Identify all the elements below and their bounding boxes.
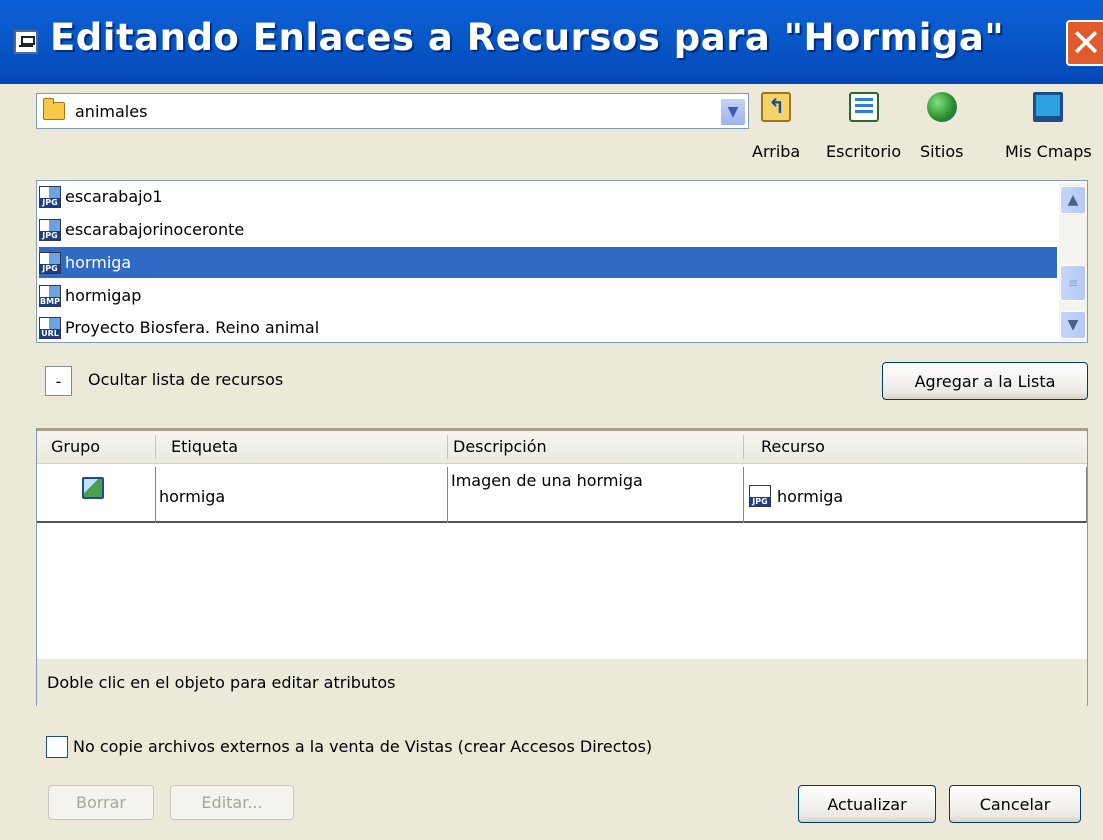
folder-icon bbox=[43, 98, 65, 120]
column-header-group[interactable]: Grupo bbox=[51, 437, 100, 456]
cell-resource: JPG hormiga bbox=[749, 485, 843, 507]
close-button[interactable]: ✕ bbox=[1066, 20, 1103, 66]
cmap-app-icon bbox=[14, 30, 38, 54]
desktop-button-label: Escritorio bbox=[826, 142, 902, 161]
jpg-file-icon: JPG bbox=[749, 485, 771, 507]
scroll-up-button[interactable]: ▲ bbox=[1060, 186, 1086, 214]
file-item[interactable]: JPG escarabajorinoceronte bbox=[39, 214, 1057, 245]
table-hint-bar: Doble clic en el objeto para editar atri… bbox=[37, 659, 1087, 707]
delete-button[interactable]: Borrar bbox=[48, 785, 154, 820]
chevron-down-icon[interactable]: ▼ bbox=[721, 99, 745, 125]
update-button[interactable]: Actualizar bbox=[798, 785, 936, 823]
folder-select-value: animales bbox=[75, 102, 148, 121]
url-file-icon: URL bbox=[39, 316, 61, 339]
table-hint-text: Doble clic en el objeto para editar atri… bbox=[47, 673, 396, 692]
collapse-icon: - bbox=[55, 371, 62, 391]
table-row[interactable]: hormiga Imagen de una hormiga JPG hormig… bbox=[37, 467, 1087, 523]
folder-select[interactable]: animales ▼ bbox=[36, 93, 749, 129]
my-cmaps-button-label: Mis Cmaps bbox=[1005, 142, 1092, 161]
file-item[interactable]: BMP hormigap bbox=[39, 280, 1057, 311]
my-cmaps-button[interactable]: Mis Cmaps bbox=[1005, 92, 1092, 161]
title-bar[interactable]: Editando Enlaces a Recursos para "Hormig… bbox=[0, 0, 1103, 84]
vertical-scrollbar[interactable]: ▲ ≡ ▼ bbox=[1059, 183, 1087, 341]
window-title: Editando Enlaces a Recursos para "Hormig… bbox=[50, 16, 1005, 59]
cell-label: hormiga bbox=[159, 487, 226, 506]
file-name: hormigap bbox=[65, 286, 142, 305]
file-name: escarabajo1 bbox=[65, 187, 163, 206]
sites-button[interactable]: Sitios bbox=[920, 92, 963, 161]
column-header-resource[interactable]: Recurso bbox=[761, 437, 825, 456]
jpg-file-icon: JPG bbox=[39, 185, 61, 208]
bmp-file-icon: BMP bbox=[39, 284, 61, 307]
file-list[interactable]: JPG escarabajo1 JPG escarabajorinoceront… bbox=[36, 180, 1088, 343]
add-to-list-button[interactable]: Agregar a la Lista bbox=[882, 362, 1088, 400]
jpg-file-icon: JPG bbox=[39, 251, 61, 274]
close-icon: ✕ bbox=[1070, 21, 1102, 65]
file-item[interactable]: JPG escarabajo1 bbox=[39, 181, 1057, 212]
file-name: Proyecto Biosfera. Reino animal bbox=[65, 318, 320, 337]
jpg-file-icon: JPG bbox=[39, 218, 61, 241]
table-header: Grupo Etiqueta Descripción Recurso bbox=[37, 431, 1087, 464]
globe-icon bbox=[926, 92, 957, 122]
no-copy-checkbox[interactable] bbox=[46, 736, 68, 758]
cancel-button[interactable]: Cancelar bbox=[949, 785, 1081, 823]
cell-description: Imagen de una hormiga bbox=[451, 471, 643, 490]
file-item-selected[interactable]: JPG hormiga bbox=[39, 247, 1057, 278]
no-copy-label[interactable]: No copie archivos externos a la venta de… bbox=[73, 737, 652, 756]
file-name: escarabajorinoceronte bbox=[65, 220, 245, 239]
desktop-icon bbox=[848, 92, 879, 122]
hide-resources-label: Ocultar lista de recursos bbox=[88, 370, 284, 389]
column-header-description[interactable]: Descripción bbox=[453, 437, 547, 456]
file-item[interactable]: URL Proyecto Biosfera. Reino animal bbox=[39, 312, 1057, 342]
scroll-thumb[interactable]: ≡ bbox=[1060, 265, 1086, 301]
column-header-label[interactable]: Etiqueta bbox=[171, 437, 238, 456]
sites-button-label: Sitios bbox=[920, 142, 964, 161]
computer-icon bbox=[1033, 92, 1064, 122]
cell-resource-name: hormiga bbox=[777, 486, 844, 506]
scroll-down-button[interactable]: ▼ bbox=[1060, 311, 1086, 339]
resources-table: Grupo Etiqueta Descripción Recurso hormi… bbox=[36, 428, 1088, 707]
edit-button[interactable]: Editar... bbox=[170, 785, 294, 820]
file-name: hormiga bbox=[65, 253, 132, 272]
image-icon bbox=[82, 477, 104, 499]
folder-up-icon bbox=[761, 92, 792, 122]
up-button-label: Arriba bbox=[752, 142, 801, 161]
up-button[interactable]: Arriba bbox=[752, 92, 800, 161]
hide-resources-toggle[interactable]: - bbox=[45, 366, 72, 396]
desktop-button[interactable]: Escritorio bbox=[826, 92, 901, 161]
